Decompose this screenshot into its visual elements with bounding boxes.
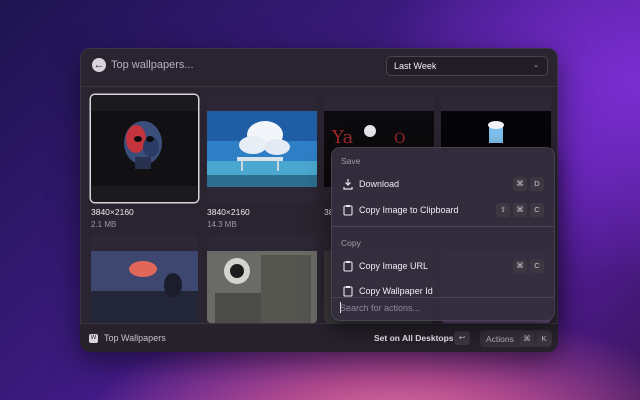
- wallpaper-extension-icon: W: [89, 334, 98, 343]
- command-key-icon: ⌘: [520, 332, 534, 346]
- clipboard-icon: [343, 205, 353, 216]
- download-icon: [343, 179, 353, 190]
- wallpaper-resolution: 3840×2160: [91, 207, 134, 217]
- period-dropdown[interactable]: Last Week ⌄: [386, 56, 548, 76]
- command-key-icon: ⌘: [513, 177, 527, 191]
- k-key: K: [537, 332, 551, 346]
- menu-section-title: Copy: [341, 238, 361, 248]
- return-key-icon: ↩: [454, 331, 470, 345]
- menu-search-divider: [331, 297, 555, 298]
- action-search-input[interactable]: Search for actions...: [340, 299, 540, 317]
- action-bar: W Top Wallpapers Set on All Desktops ↩ A…: [80, 323, 558, 352]
- copy-wallpaper-id-action[interactable]: Copy Wallpaper Id: [335, 280, 551, 297]
- wallpaper-thumbnail: [207, 95, 317, 202]
- extension-name: Top Wallpapers: [104, 333, 166, 343]
- shift-key-icon: ⇧: [496, 203, 510, 217]
- clipboard-icon: [343, 286, 353, 297]
- wallpaper-tile[interactable]: [207, 95, 317, 202]
- set-on-all-desktops-button[interactable]: Set on All Desktops: [374, 333, 454, 343]
- menu-section-title: Save: [341, 156, 361, 166]
- back-button[interactable]: ←: [92, 58, 106, 72]
- wallpaper-file-size: 2.1 MB: [91, 220, 117, 229]
- wallpaper-tile[interactable]: [207, 235, 317, 323]
- actions-button[interactable]: Actions ⌘ K: [480, 330, 552, 347]
- download-action[interactable]: Download ⌘ D: [335, 173, 551, 195]
- menu-divider: [331, 226, 555, 227]
- wallpaper-thumbnail: [207, 235, 317, 323]
- period-dropdown-value: Last Week: [394, 61, 437, 71]
- search-title[interactable]: Top wallpapers...: [111, 59, 194, 71]
- wallpaper-resolution: 3840×2160: [207, 207, 250, 217]
- header: ← Top wallpapers... Last Week ⌄: [80, 48, 558, 86]
- wallpaper-thumbnail: [91, 235, 198, 323]
- command-key-icon: ⌘: [513, 259, 527, 273]
- clipboard-icon: [343, 261, 353, 272]
- command-key-icon: ⌘: [513, 203, 527, 217]
- wallpaper-file-size: 14.3 MB: [207, 220, 237, 229]
- wallpaper-tile[interactable]: [91, 235, 198, 323]
- action-label: Download: [359, 179, 400, 189]
- action-label: Copy Wallpaper Id: [359, 286, 433, 296]
- svg-text:Ya: Ya: [331, 127, 353, 148]
- copy-image-to-clipboard-action[interactable]: Copy Image to Clipboard ⇧ ⌘ C: [335, 199, 551, 221]
- chevron-down-icon: ⌄: [533, 62, 539, 69]
- c-key: C: [530, 259, 544, 273]
- svg-text:O: O: [394, 131, 405, 147]
- d-key: D: [530, 177, 544, 191]
- action-label: Copy Image to Clipboard: [359, 205, 459, 215]
- c-key: C: [530, 203, 544, 217]
- arrow-left-icon: ←: [93, 59, 105, 71]
- action-label: Copy Image URL: [359, 261, 429, 271]
- actions-label: Actions: [486, 334, 514, 344]
- wallpaper-thumbnail: [91, 95, 198, 202]
- wallpaper-tile[interactable]: [91, 95, 198, 202]
- copy-image-url-action[interactable]: Copy Image URL ⌘ C: [335, 255, 551, 277]
- actions-menu: Save Download ⌘ D Copy Image to Clipboar…: [331, 147, 555, 321]
